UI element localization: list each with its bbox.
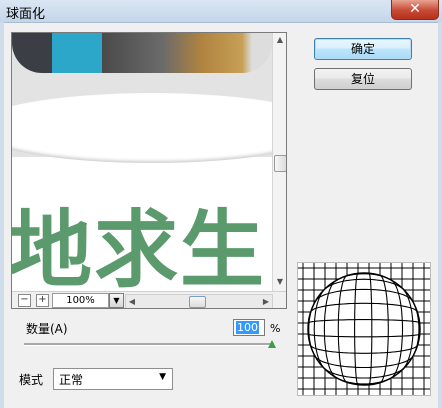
amount-input[interactable]: 100 [233,319,265,336]
zoom-in-button[interactable]: + [36,294,49,307]
window-frame-left [0,22,4,408]
preview-pane[interactable]: 地求生 ▲ ▼ − + 100% ▼ ◀ ▶ [11,32,287,309]
vertical-scroll-thumb[interactable] [274,155,286,172]
vertical-scrollbar[interactable]: ▲ ▼ [272,33,286,291]
horizontal-scroll-thumb[interactable] [189,296,206,308]
zoom-out-button[interactable]: − [18,294,31,307]
preview-distorted-arc [12,93,286,163]
reset-button[interactable]: 复位 [314,68,412,90]
sphere-preview [297,262,431,396]
ok-button[interactable]: 确定 [314,38,412,60]
scroll-left-icon[interactable]: ◀ [127,295,137,308]
chevron-down-icon: ▼ [113,296,120,305]
amount-unit: % [270,322,281,335]
mode-label: 模式 [19,373,44,387]
title-bar: 球面化 ✕ [0,0,442,23]
horizontal-scrollbar[interactable]: ◀ ▶ [125,294,273,308]
amount-slider-track[interactable] [24,343,274,346]
amount-slider-thumb[interactable] [268,340,276,348]
amount-label: 数量(A) [26,322,68,336]
scroll-up-icon[interactable]: ▲ [275,35,285,47]
close-button[interactable]: ✕ [391,0,439,20]
scroll-down-icon[interactable]: ▼ [275,277,285,289]
mode-select[interactable]: 正常 ▼ [53,368,173,390]
zoom-dropdown[interactable]: ▼ [109,293,124,308]
amount-value: 100 [236,321,259,334]
mode-selected-value: 正常 [59,373,84,387]
sphere-grid-icon [298,263,430,395]
preview-device-image [12,33,272,73]
close-icon: ✕ [409,1,421,17]
chevron-down-icon: ▼ [159,372,166,382]
window-title: 球面化 [6,7,46,22]
zoom-level-field[interactable]: 100% [52,293,109,308]
window-frame-right [438,22,442,408]
preview-status-bar: − + 100% ▼ ◀ ▶ [12,291,286,308]
preview-text: 地求生 [11,201,267,299]
scroll-right-icon[interactable]: ▶ [261,295,271,308]
